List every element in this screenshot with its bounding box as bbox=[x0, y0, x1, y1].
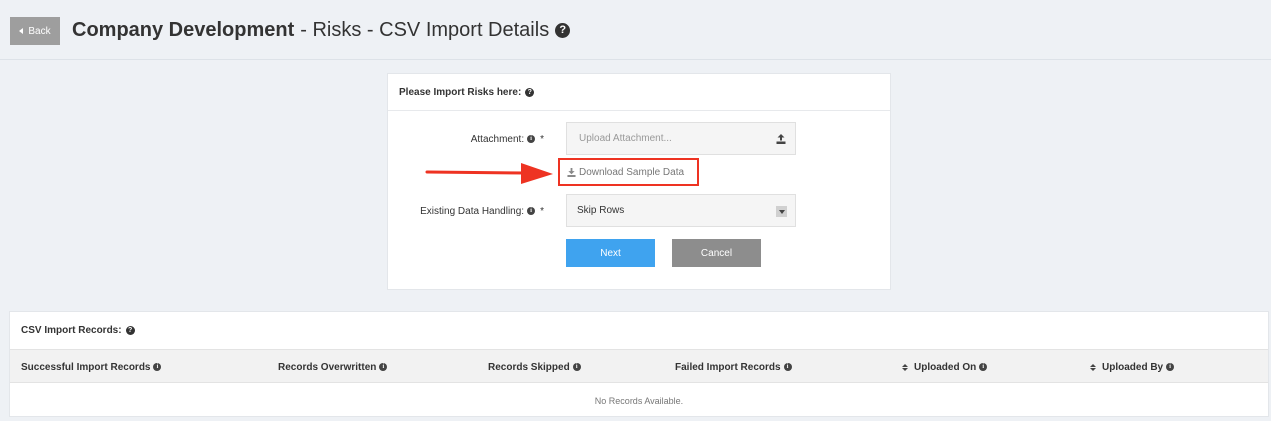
help-icon[interactable]: ? bbox=[525, 87, 535, 97]
empty-table-message: No Records Available. bbox=[594, 396, 684, 406]
help-icon[interactable]: ? bbox=[125, 326, 135, 335]
info-icon[interactable]: i bbox=[527, 207, 536, 215]
red-arrow-annotation bbox=[425, 163, 553, 184]
info-icon[interactable]: i bbox=[379, 363, 388, 371]
info-icon[interactable]: i bbox=[979, 363, 988, 371]
cancel-button[interactable]: Cancel bbox=[672, 239, 761, 267]
column-uploaded-by[interactable]: Uploaded By i bbox=[1090, 350, 1175, 384]
page-title: Company Development - Risks - CSV Import… bbox=[72, 16, 571, 44]
next-button[interactable]: Next bbox=[566, 239, 655, 267]
upload-placeholder: Upload Attachment... bbox=[579, 133, 672, 144]
column-successful-import-records[interactable]: Successful Import Records i bbox=[21, 350, 162, 384]
back-button-label: Back bbox=[28, 25, 51, 37]
attachment-upload-field[interactable]: Upload Attachment... bbox=[566, 122, 796, 155]
required-mark: * bbox=[540, 133, 544, 145]
page-title-company: Company Development bbox=[72, 18, 295, 41]
help-icon[interactable]: ? bbox=[555, 22, 571, 38]
chevron-down-icon[interactable] bbox=[776, 206, 787, 217]
column-failed-import-records[interactable]: Failed Import Records i bbox=[675, 350, 792, 384]
column-label: Failed Import Records bbox=[675, 361, 781, 373]
download-icon bbox=[567, 167, 576, 177]
info-icon[interactable]: i bbox=[527, 135, 536, 143]
back-button[interactable]: Back bbox=[10, 17, 60, 45]
page-title-rest: - Risks - CSV Import Details bbox=[300, 18, 550, 41]
attachment-label: Attachment: i * bbox=[408, 132, 544, 146]
column-label: Records Skipped bbox=[488, 361, 570, 373]
required-mark: * bbox=[540, 205, 544, 217]
download-link-label: Download Sample Data bbox=[579, 166, 685, 178]
column-label: Uploaded By bbox=[1102, 361, 1164, 373]
handling-label-text: Existing Data Handling: bbox=[420, 205, 525, 217]
handling-selected-value: Skip Rows bbox=[577, 205, 625, 216]
caret-left-icon bbox=[19, 28, 24, 34]
info-icon[interactable]: i bbox=[1166, 363, 1175, 371]
info-icon[interactable]: i bbox=[783, 363, 792, 371]
download-sample-data-link[interactable]: Download Sample Data bbox=[558, 158, 699, 186]
import-card-header: Please Import Risks here: ? bbox=[388, 74, 890, 111]
upload-icon[interactable] bbox=[776, 134, 786, 144]
info-icon[interactable]: i bbox=[572, 363, 581, 371]
column-label: Records Overwritten bbox=[278, 361, 377, 373]
records-title: CSV Import Records: bbox=[21, 325, 122, 336]
page-header: Back Company Development - Risks - CSV I… bbox=[0, 0, 1271, 60]
existing-data-handling-select[interactable]: Skip Rows bbox=[566, 194, 796, 227]
existing-data-handling-label: Existing Data Handling: i * bbox=[408, 204, 544, 218]
records-header: CSV Import Records: ? bbox=[10, 312, 1268, 349]
sort-icon[interactable] bbox=[1090, 363, 1096, 371]
csv-import-records-panel: CSV Import Records: ? Successful Import … bbox=[9, 311, 1269, 417]
records-table-header: Successful Import Records i Records Over… bbox=[10, 349, 1268, 383]
info-icon[interactable]: i bbox=[153, 363, 162, 371]
attachment-label-text: Attachment: bbox=[470, 133, 525, 145]
import-card-title: Please Import Risks here: bbox=[399, 86, 522, 98]
column-uploaded-on[interactable]: Uploaded On i bbox=[902, 350, 988, 384]
sort-icon[interactable] bbox=[902, 363, 908, 371]
column-label: Successful Import Records bbox=[21, 361, 151, 373]
column-label: Uploaded On bbox=[914, 361, 977, 373]
column-records-skipped[interactable]: Records Skipped i bbox=[488, 350, 581, 384]
column-records-overwritten[interactable]: Records Overwritten i bbox=[278, 350, 388, 384]
